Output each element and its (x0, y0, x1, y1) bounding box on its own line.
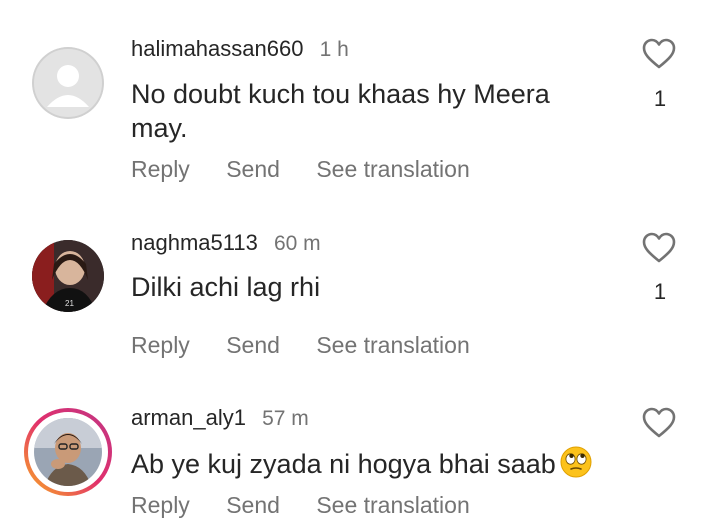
svg-text:21: 21 (65, 299, 74, 308)
send-button[interactable]: Send (226, 492, 280, 518)
heart-icon[interactable] (641, 232, 677, 264)
like-count: 1 (653, 86, 667, 111)
user-photo-story-ring (24, 408, 112, 496)
comment-actions: Reply Send See translation (131, 332, 500, 359)
send-button[interactable]: Send (226, 332, 280, 358)
heart-icon[interactable] (641, 38, 677, 70)
avatar[interactable] (32, 47, 104, 119)
avatar[interactable] (24, 408, 112, 496)
comment-meta: arman_aly1 57 m (131, 405, 309, 431)
timestamp: 1 h (319, 38, 349, 61)
comment-meta: naghma5113 60 m (131, 230, 321, 256)
send-button[interactable]: Send (226, 156, 280, 182)
username[interactable]: arman_aly1 (131, 405, 246, 430)
reply-button[interactable]: Reply (131, 156, 190, 182)
comment-meta: halimahassan660 1 h (131, 36, 349, 62)
reply-button[interactable]: Reply (131, 332, 190, 358)
comment-actions: Reply Send See translation (131, 492, 500, 519)
username[interactable]: naghma5113 (131, 230, 258, 255)
default-avatar-icon (32, 47, 104, 119)
see-translation-button[interactable]: See translation (316, 332, 469, 358)
comment-text: No doubt kuch tou khaas hy Meera may. (131, 79, 550, 143)
comment-text: Dilki achi lag rhi (131, 272, 321, 302)
avatar[interactable]: 21 (32, 240, 104, 312)
timestamp: 60 m (273, 232, 321, 255)
like-count: 1 (653, 279, 667, 304)
comment-text: Ab ye kuj zyada ni hogya bhai saab (131, 446, 631, 486)
rolling-eyes-emoji-icon (560, 446, 592, 486)
timestamp: 57 m (262, 407, 309, 430)
heart-icon[interactable] (641, 407, 677, 439)
user-photo: 21 (32, 240, 104, 312)
comment-text-content: Ab ye kuj zyada ni hogya bhai saab (131, 449, 556, 480)
see-translation-button[interactable]: See translation (316, 492, 469, 518)
see-translation-button[interactable]: See translation (316, 156, 469, 182)
comment-actions: Reply Send See translation (131, 156, 500, 183)
reply-button[interactable]: Reply (131, 492, 190, 518)
username[interactable]: halimahassan660 (131, 36, 303, 61)
